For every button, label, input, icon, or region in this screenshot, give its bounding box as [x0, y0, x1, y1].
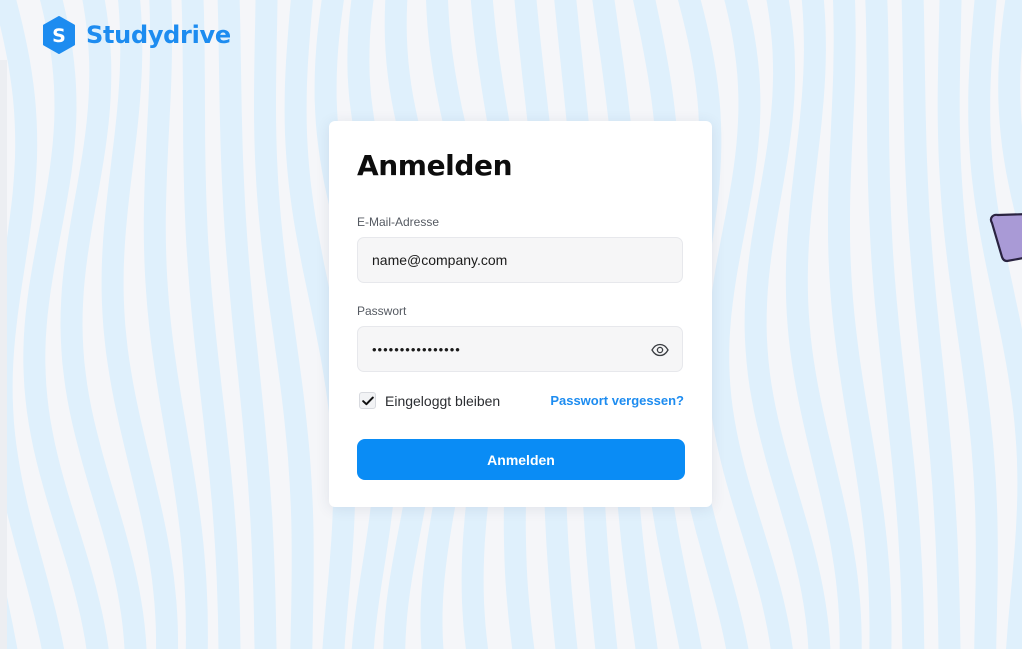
login-page: S Studydrive Anmelden E-Mail-Adresse Pas…: [0, 0, 1022, 649]
eye-icon[interactable]: [650, 340, 670, 360]
left-edge-strip: [0, 60, 7, 649]
checkmark-icon: [361, 396, 374, 405]
remember-me-checkbox[interactable]: [359, 392, 376, 409]
studydrive-logo[interactable]: S Studydrive: [41, 16, 231, 54]
logo-mark-icon: S: [43, 16, 75, 54]
email-label: E-Mail-Adresse: [357, 215, 440, 229]
logo-wordmark: Studydrive: [86, 21, 231, 49]
email-field-container: [357, 237, 683, 283]
forgot-password-link[interactable]: Passwort vergessen?: [550, 393, 684, 408]
remember-me-label: Eingeloggt bleiben: [385, 392, 501, 409]
password-label: Passwort: [357, 304, 407, 318]
login-submit-button[interactable]: Anmelden: [357, 439, 685, 480]
email-field[interactable]: [358, 238, 682, 282]
triangle-decoration: [989, 213, 1022, 263]
password-field-container: [357, 326, 683, 372]
login-card: Anmelden E-Mail-Adresse Passwort Eingelo…: [329, 121, 712, 507]
logo-mark-letter: S: [52, 25, 66, 47]
password-field[interactable]: [358, 327, 682, 371]
remember-me-toggle[interactable]: Eingeloggt bleiben: [359, 392, 500, 409]
login-title: Anmelden: [357, 149, 513, 182]
